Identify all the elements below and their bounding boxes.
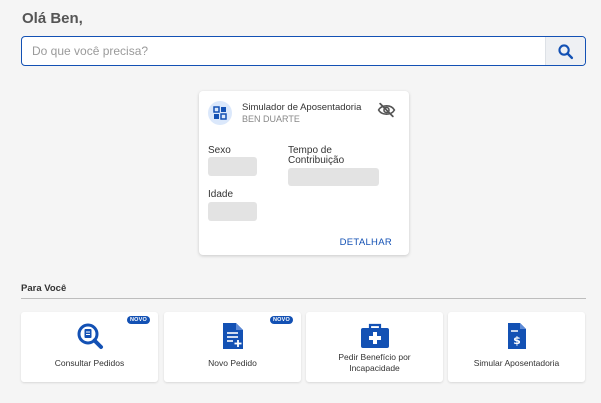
sexo-label: Sexo xyxy=(208,145,231,156)
new-document-icon xyxy=(222,323,243,349)
search-icon xyxy=(558,43,574,59)
medical-kit-icon xyxy=(360,323,389,348)
detail-link[interactable]: DETALHAR xyxy=(340,237,392,248)
tile-label: Consultar Pedidos xyxy=(54,358,125,368)
grid-apps-icon xyxy=(208,101,232,125)
card-title: Simulador de Aposentadoria xyxy=(242,102,362,113)
tempo-label-line2: Contribuição xyxy=(288,155,345,166)
greeting-title: Olá Ben, xyxy=(22,10,83,27)
section-title: Para Você xyxy=(21,283,67,294)
tile-novo-pedido[interactable]: NOVO Novo Pedido xyxy=(164,312,301,382)
idade-value-placeholder xyxy=(208,202,257,221)
tile-label-line2: Incapacidade xyxy=(349,363,400,373)
idade-label: Idade xyxy=(208,189,234,200)
tile-label: Simular Aposentadoria xyxy=(473,358,560,368)
tile-label-line1: Pedir Benefício por xyxy=(338,352,411,362)
tempo-value-placeholder xyxy=(288,168,379,186)
tile-consultar-pedidos[interactable]: NOVO Consultar Pedidos xyxy=(21,312,158,382)
search-document-icon xyxy=(77,323,103,349)
search-bar xyxy=(21,36,586,66)
eye-off-icon[interactable] xyxy=(377,102,396,123)
sexo-value-placeholder xyxy=(208,157,257,176)
simulator-card: Simulador de Aposentadoria BEN DUARTE Se… xyxy=(199,91,409,255)
section-divider xyxy=(21,298,586,299)
search-button[interactable] xyxy=(545,37,585,65)
money-document-icon: $ xyxy=(507,323,526,349)
tile-pedir-beneficio[interactable]: Pedir Benefício por Incapacidade xyxy=(306,312,443,382)
tile-label: Pedir Benefício por Incapacidade xyxy=(310,352,439,374)
tile-simular-aposentadoria[interactable]: $ Simular Aposentadoria xyxy=(448,312,585,382)
search-input[interactable] xyxy=(22,37,545,65)
card-user-name: BEN DUARTE xyxy=(242,114,300,124)
tile-label: Novo Pedido xyxy=(208,358,257,368)
svg-text:$: $ xyxy=(513,334,521,347)
